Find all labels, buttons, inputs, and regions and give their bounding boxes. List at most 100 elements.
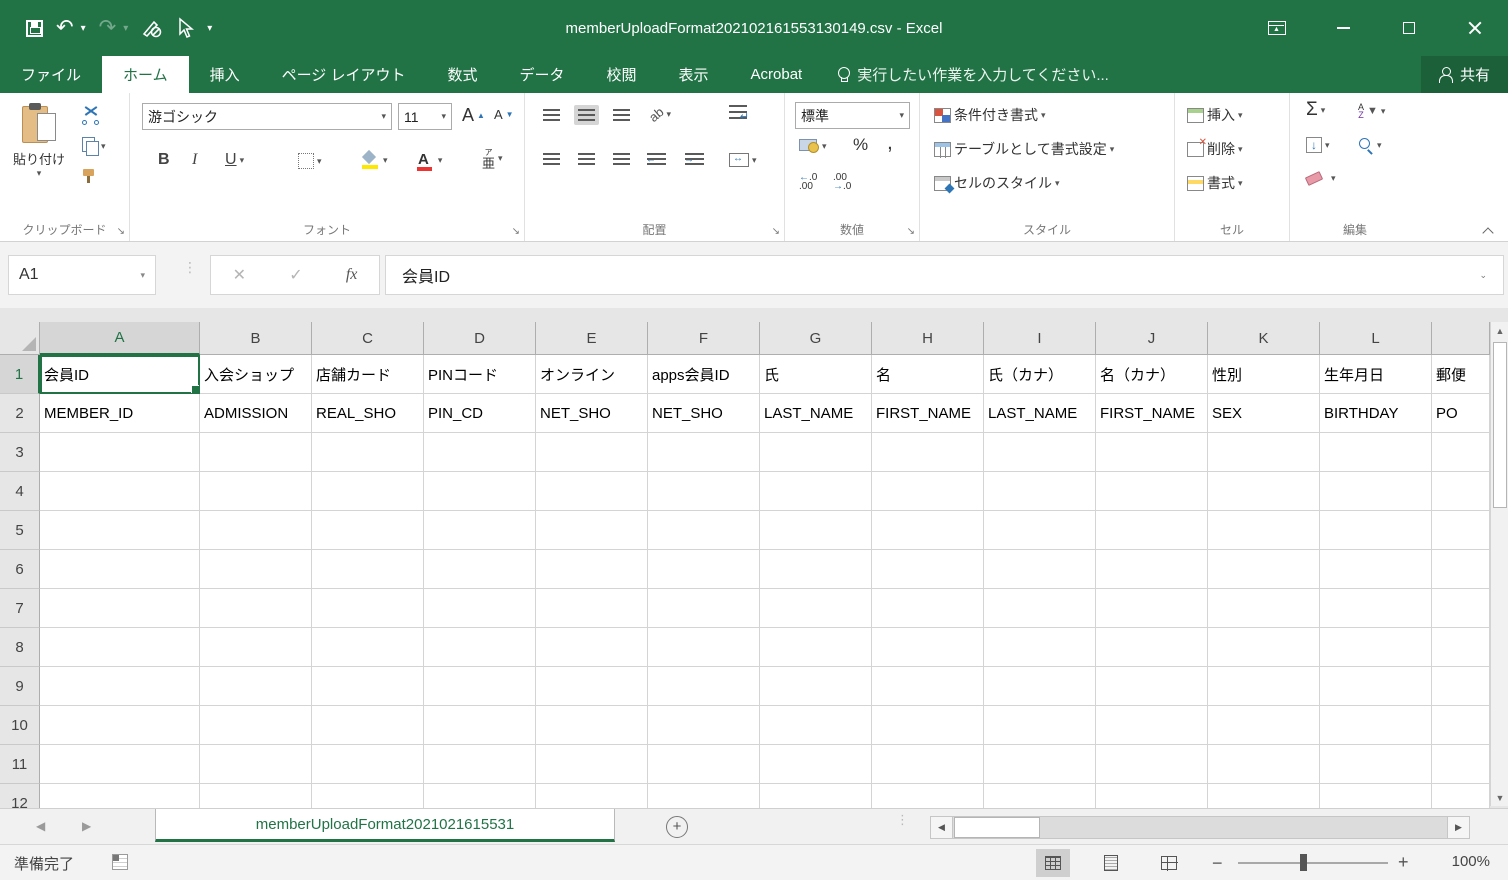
cell-M9[interactable] <box>1432 667 1490 706</box>
cell-A8[interactable] <box>40 628 200 667</box>
comma-style-button[interactable]: , <box>887 131 893 155</box>
cell-A4[interactable] <box>40 472 200 511</box>
format-as-table-button[interactable]: テーブルとして書式設定▾ <box>934 139 1114 159</box>
vertical-scrollbar[interactable]: ▲ ▼ <box>1490 322 1508 806</box>
cell-H12[interactable] <box>872 784 984 808</box>
number-dialog-launcher-icon[interactable]: ↘ <box>907 227 915 237</box>
cell-A7[interactable] <box>40 589 200 628</box>
tab-挿入[interactable]: 挿入 <box>189 56 261 93</box>
cell-D4[interactable] <box>424 472 536 511</box>
cell-C1[interactable]: 店舗カード <box>312 355 424 394</box>
bold-button[interactable]: B <box>158 151 170 169</box>
cell-F11[interactable] <box>648 745 760 784</box>
formula-bar-grip[interactable]: ⋮ <box>183 264 197 270</box>
cell-A5[interactable] <box>40 511 200 550</box>
align-top-button[interactable] <box>539 105 564 125</box>
scrollbar-resize-grip[interactable]: ⋮ <box>896 817 909 822</box>
cell-L11[interactable] <box>1320 745 1432 784</box>
cell-F3[interactable] <box>648 433 760 472</box>
cell-K12[interactable] <box>1208 784 1320 808</box>
draw-pen-icon[interactable] <box>141 17 163 39</box>
new-sheet-button[interactable]: + <box>666 816 688 838</box>
cell-J1[interactable]: 名（カナ） <box>1096 355 1208 394</box>
cell-H11[interactable] <box>872 745 984 784</box>
column-header-H[interactable]: H <box>872 322 984 355</box>
row-header-6[interactable]: 6 <box>0 550 40 589</box>
zoom-slider-thumb[interactable] <box>1300 854 1307 871</box>
tab-数式[interactable]: 数式 <box>426 56 498 93</box>
cell-K1[interactable]: 性別 <box>1208 355 1320 394</box>
row-header-5[interactable]: 5 <box>0 511 40 550</box>
cell-A1[interactable]: 会員ID <box>40 355 200 394</box>
cell-J9[interactable] <box>1096 667 1208 706</box>
cell-G10[interactable] <box>760 706 872 745</box>
tab-ページ レイアウト[interactable]: ページ レイアウト <box>261 56 427 93</box>
qat-customize-icon[interactable]: ▾ <box>207 23 212 34</box>
tab-データ[interactable]: データ <box>498 56 585 93</box>
cell-L8[interactable] <box>1320 628 1432 667</box>
cell-styles-button[interactable]: セルのスタイル▾ <box>934 173 1060 193</box>
column-header-D[interactable]: D <box>424 322 536 355</box>
cell-E6[interactable] <box>536 550 648 589</box>
cell-A11[interactable] <box>40 745 200 784</box>
cell-H5[interactable] <box>872 511 984 550</box>
cell-F5[interactable] <box>648 511 760 550</box>
cell-M8[interactable] <box>1432 628 1490 667</box>
cell-E2[interactable]: NET_SHO <box>536 394 648 433</box>
undo-dropdown-icon[interactable]: ▾ <box>81 23 86 34</box>
cell-C4[interactable] <box>312 472 424 511</box>
scroll-left-icon[interactable]: ◀ <box>931 817 953 838</box>
cell-D5[interactable] <box>424 511 536 550</box>
cell-B3[interactable] <box>200 433 312 472</box>
cell-G8[interactable] <box>760 628 872 667</box>
cell-E7[interactable] <box>536 589 648 628</box>
cell-M12[interactable] <box>1432 784 1490 808</box>
cell-G2[interactable]: LAST_NAME <box>760 394 872 433</box>
underline-button[interactable]: U▾ <box>225 151 244 169</box>
cell-J10[interactable] <box>1096 706 1208 745</box>
cell-D6[interactable] <box>424 550 536 589</box>
clipboard-dialog-launcher-icon[interactable]: ↘ <box>117 227 125 237</box>
orientation-button[interactable]: ab▾ <box>649 107 671 122</box>
cell-J8[interactable] <box>1096 628 1208 667</box>
cell-F6[interactable] <box>648 550 760 589</box>
cell-F1[interactable]: apps会員ID <box>648 355 760 394</box>
page-break-view-button[interactable] <box>1152 849 1186 877</box>
cell-L9[interactable] <box>1320 667 1432 706</box>
cell-E4[interactable] <box>536 472 648 511</box>
cell-C10[interactable] <box>312 706 424 745</box>
cell-D12[interactable] <box>424 784 536 808</box>
row-header-11[interactable]: 11 <box>0 745 40 784</box>
minimize-button[interactable] <box>1310 0 1376 56</box>
select-all-corner[interactable] <box>0 322 40 355</box>
cell-E5[interactable] <box>536 511 648 550</box>
tab-校閲[interactable]: 校閲 <box>586 56 658 93</box>
formula-bar-expand-icon[interactable]: ⌄ <box>1479 270 1487 281</box>
cell-F4[interactable] <box>648 472 760 511</box>
formula-input[interactable]: 会員ID ⌄ <box>385 255 1504 295</box>
cell-L4[interactable] <box>1320 472 1432 511</box>
zoom-in-icon[interactable]: + <box>1398 852 1409 873</box>
cell-B12[interactable] <box>200 784 312 808</box>
increase-indent-button[interactable] <box>685 153 704 166</box>
cell-I10[interactable] <box>984 706 1096 745</box>
tab-file[interactable]: ファイル <box>0 56 102 93</box>
cut-button[interactable] <box>82 109 100 125</box>
conditional-formatting-button[interactable]: 条件付き書式▾ <box>934 105 1046 125</box>
find-select-button[interactable]: ▾ <box>1358 137 1382 153</box>
autosum-button[interactable]: Σ▾ <box>1306 101 1325 119</box>
fill-color-button[interactable]: ▾ <box>362 151 388 169</box>
cell-A6[interactable] <box>40 550 200 589</box>
cell-M11[interactable] <box>1432 745 1490 784</box>
scroll-down-icon[interactable]: ▼ <box>1492 789 1508 806</box>
cell-D3[interactable] <box>424 433 536 472</box>
cell-B5[interactable] <box>200 511 312 550</box>
cell-B6[interactable] <box>200 550 312 589</box>
zoom-out-icon[interactable]: − <box>1212 853 1223 874</box>
cell-C8[interactable] <box>312 628 424 667</box>
row-header-9[interactable]: 9 <box>0 667 40 706</box>
tab-表示[interactable]: 表示 <box>658 56 730 93</box>
cell-J6[interactable] <box>1096 550 1208 589</box>
cell-D1[interactable]: PINコード <box>424 355 536 394</box>
cell-E8[interactable] <box>536 628 648 667</box>
